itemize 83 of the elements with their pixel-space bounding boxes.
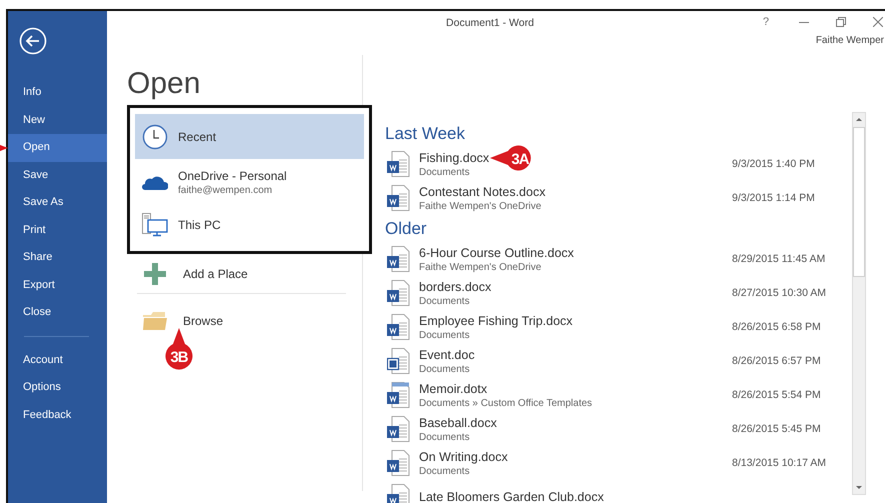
place-item[interactable]: Recent: [135, 114, 364, 159]
file-name: Late Bloomers Garden Club.docx: [419, 489, 604, 503]
sidebar-item[interactable]: Options: [8, 374, 107, 402]
recent-file-item[interactable]: Memoir.dotx Documents » Custom Office Templates 8/26/2015 5:54 PM: [385, 378, 830, 412]
file-date: 9/3/2015 1:40 PM: [732, 158, 815, 170]
recent-file-item[interactable]: Event.doc Documents 8/26/2015 6:57 PM: [385, 344, 830, 378]
place-label: This PC: [178, 218, 221, 232]
place-item[interactable]: This PC: [135, 205, 364, 245]
document-icon: [387, 450, 411, 476]
document-icon: [387, 416, 411, 442]
file-date: 8/26/2015 6:58 PM: [732, 321, 821, 333]
cloud-icon: [142, 174, 168, 190]
document-icon: [387, 348, 411, 374]
file-location: Documents: [419, 294, 470, 308]
sidebar-item[interactable]: Save: [8, 162, 107, 189]
document-icon: [387, 151, 411, 177]
account-name[interactable]: Faithe Wemper: [816, 35, 884, 55]
clock-icon: [142, 124, 168, 150]
place-item[interactable]: OneDrive - Personal faithe@wempen.com: [135, 159, 364, 205]
document-icon: [387, 246, 411, 272]
file-name: Baseball.docx: [419, 414, 497, 430]
file-date: 8/13/2015 10:17 AM: [732, 457, 826, 469]
scrollbar[interactable]: [852, 112, 866, 495]
file-name: 6-Hour Course Outline.docx: [419, 244, 574, 260]
sidebar-item[interactable]: Feedback: [8, 402, 107, 429]
place-label: Recent: [178, 130, 216, 144]
sidebar-item[interactable]: Close: [8, 299, 107, 326]
scroll-thumb[interactable]: [853, 127, 865, 277]
document-icon: [387, 280, 411, 306]
file-location: Documents: [419, 166, 470, 178]
computer-icon: [142, 213, 168, 237]
sidebar-item[interactable]: Account: [8, 346, 107, 374]
file-name: Fishing.docx: [419, 150, 490, 166]
page-heading: Open: [127, 67, 202, 102]
file-date: 9/3/2015 1:14 PM: [732, 192, 815, 204]
place-action[interactable]: Add a Place: [135, 256, 362, 291]
sidebar-item[interactable]: Open: [8, 134, 107, 162]
sidebar-item[interactable]: New: [8, 106, 107, 134]
place-detail: faithe@wempen.com: [178, 184, 274, 196]
document-icon: [387, 382, 411, 408]
recent-file-item[interactable]: Baseball.docx Documents 8/26/2015 5:45 PM: [385, 412, 830, 446]
sidebar-item[interactable]: Export: [8, 272, 107, 299]
recent-file-item[interactable]: Late Bloomers Garden Club.docx: [385, 480, 830, 503]
file-name: Event.doc: [419, 346, 475, 362]
file-location: Documents: [419, 362, 470, 376]
plus-icon: [144, 262, 166, 284]
sidebar-item[interactable]: Share: [8, 244, 107, 272]
group-heading: Older: [385, 219, 428, 239]
window-title: Document1 - Word: [446, 17, 534, 29]
recent-file-item[interactable]: Employee Fishing Trip.docx Documents 8/26/2015 6:58 PM: [385, 310, 830, 344]
recent-file-item[interactable]: On Writing.docx Documents 8/13/2015 10:17 AM: [385, 446, 830, 480]
restore-icon[interactable]: [836, 17, 846, 27]
file-location: Faithe Wempen's OneDrive: [419, 200, 542, 212]
file-date: 8/29/2015 11:45 AM: [732, 253, 826, 265]
file-date: 8/27/2015 10:30 AM: [732, 287, 826, 299]
close-icon[interactable]: [873, 17, 883, 27]
recent-file-item[interactable]: borders.docx Documents 8/27/2015 10:30 AM: [385, 276, 830, 310]
folder-icon: [143, 312, 167, 330]
recent-file-item[interactable]: Contestant Notes.docx Faithe Wempen's OneDrive 9/3/2015 1:14 PM: [385, 181, 830, 215]
document-icon: [387, 314, 411, 340]
file-date: 8/26/2015 6:57 PM: [732, 355, 821, 367]
place-label: OneDrive - Personal: [178, 168, 287, 182]
file-name: Contestant Notes.docx: [419, 184, 546, 200]
recent-file-item[interactable]: Fishing.docx 3A Documents 9/3/2015 1:40 PM: [385, 147, 830, 181]
file-location: Documents: [419, 430, 470, 444]
file-name: On Writing.docx: [419, 448, 508, 464]
callout-badge: 3B: [164, 328, 194, 370]
group-heading: Last Week: [385, 124, 466, 144]
file-name: Memoir.dotx: [419, 380, 488, 396]
recent-file-item[interactable]: 6-Hour Course Outline.docx Faithe Wempen's OneDrive 8/29/2015 11:45 AM: [385, 242, 830, 276]
sidebar-item[interactable]: Print: [8, 216, 107, 244]
file-location: Documents: [419, 328, 470, 342]
sidebar-item[interactable]: Info: [8, 79, 107, 106]
sidebar-item[interactable]: Save As: [8, 189, 107, 216]
document-icon: [387, 185, 411, 211]
file-location: Documents » Custom Office Templates: [419, 396, 592, 410]
help-button[interactable]: ?: [762, 16, 769, 28]
file-name: borders.docx: [419, 278, 492, 294]
file-location: Documents: [419, 464, 470, 478]
file-date: 8/26/2015 5:45 PM: [732, 423, 821, 435]
file-location: Faithe Wempen's OneDrive: [419, 260, 542, 274]
file-date: 8/26/2015 5:54 PM: [732, 389, 821, 401]
file-name: Employee Fishing Trip.docx: [419, 312, 573, 328]
